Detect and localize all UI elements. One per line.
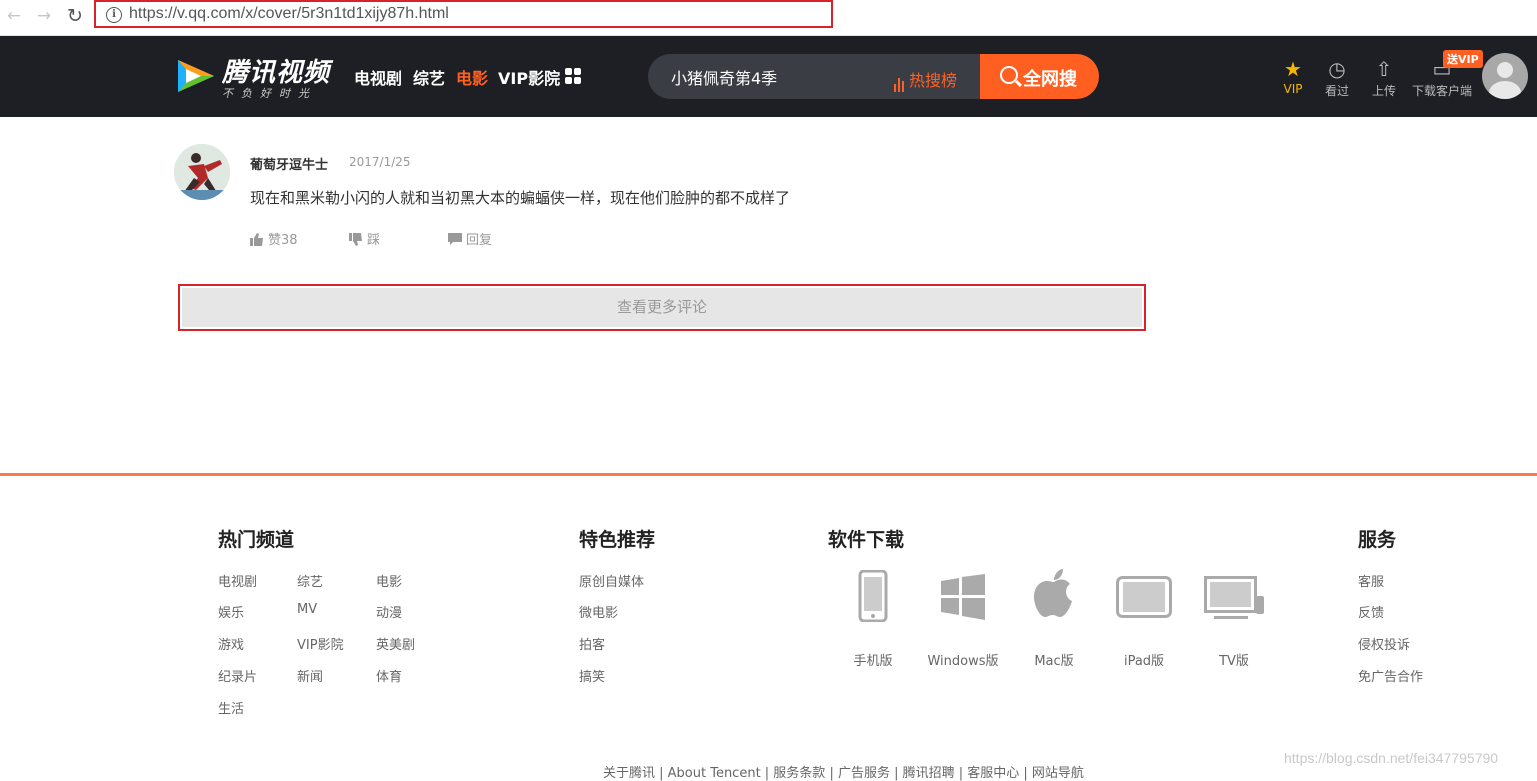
footer-bottom-links[interactable]: 关于腾讯 | About Tencent | 服务条款 | 广告服务 | 腾讯招…	[603, 762, 1084, 781]
apple-icon	[1034, 569, 1072, 617]
footer-link-anime[interactable]: 动漫	[376, 602, 402, 621]
tencent-video-logo-icon[interactable]	[174, 56, 218, 96]
footer-link-variety[interactable]: 综艺	[297, 571, 323, 590]
dislike-label: 踩	[367, 233, 381, 248]
comment-username[interactable]: 葡萄牙逗牛士	[250, 154, 328, 173]
download-ipad[interactable]: iPad版	[1099, 568, 1189, 669]
commenter-avatar-image	[174, 144, 230, 200]
footer-link-customer-service[interactable]: 客服	[1358, 571, 1384, 590]
hot-rank-label: 热搜榜	[909, 71, 958, 90]
hot-rank-bars-icon	[894, 73, 906, 92]
footer-link-sports[interactable]: 体育	[376, 666, 402, 685]
footer-link-paike[interactable]: 拍客	[579, 634, 605, 653]
more-comments-button[interactable]: 查看更多评论	[178, 284, 1146, 331]
comment-text: 现在和黑米勒小闪的人就和当初黑大本的蝙蝠侠一样，现在他们脸肿的都不成样了	[250, 189, 791, 207]
reply-button[interactable]: 回复	[448, 229, 492, 248]
history-link[interactable]: ◷ 看过	[1312, 56, 1362, 99]
download-tv-label: TV版	[1219, 654, 1249, 669]
vip-link[interactable]: ★ VIP	[1268, 56, 1318, 96]
search-button-label: 全网搜	[1023, 69, 1077, 90]
thumbs-up-icon	[250, 233, 263, 246]
download-tv[interactable]: TV版	[1189, 568, 1279, 669]
dislike-button[interactable]: 踩	[349, 229, 380, 248]
download-mobile[interactable]: 手机版	[828, 568, 918, 669]
hot-rank-link[interactable]: 热搜榜	[894, 67, 957, 92]
footer-service-title: 服务	[1358, 529, 1397, 551]
tablet-icon	[1116, 576, 1172, 618]
nav-movie[interactable]: 电影	[456, 65, 488, 89]
reply-label: 回复	[466, 233, 493, 248]
phone-icon	[858, 569, 888, 623]
upload-label: 上传	[1371, 84, 1396, 98]
footer-link-infringement[interactable]: 侵权投诉	[1358, 634, 1410, 653]
logo-title[interactable]: 腾讯视频	[222, 52, 330, 89]
footer-link-entertainment[interactable]: 娱乐	[218, 602, 244, 621]
thumbs-down-icon	[349, 233, 362, 246]
site-header: 腾讯视频 不负好时光 电视剧 综艺 电影 VIP影院 热搜榜 全网搜 ★ VIP…	[0, 36, 1537, 117]
more-channels-grid-icon[interactable]	[565, 68, 581, 84]
footer-link-micro-film[interactable]: 微电影	[579, 602, 618, 621]
browser-toolbar: ← → ↻ i https://v.qq.com/x/cover/5r3n1td…	[0, 0, 1537, 36]
search-box: 热搜榜	[648, 54, 980, 99]
tv-icon	[1204, 576, 1264, 619]
reply-bubble-icon	[448, 233, 462, 245]
vip-crown-icon: ★	[1284, 57, 1302, 81]
footer-link-vip-cinema[interactable]: VIP影院	[297, 634, 344, 653]
site-info-icon[interactable]: i	[106, 7, 122, 23]
footer-link-tv[interactable]: 电视剧	[218, 571, 257, 590]
footer-link-life[interactable]: 生活	[218, 698, 244, 717]
download-windows[interactable]: Windows版	[918, 568, 1008, 669]
footer-link-games[interactable]: 游戏	[218, 634, 244, 653]
download-label: 下载客户端	[1411, 84, 1472, 98]
footer-link-ad-free-cooperation[interactable]: 免广告合作	[1358, 666, 1423, 685]
download-ipad-label: iPad版	[1123, 654, 1165, 669]
footer-hot-channels-title: 热门频道	[218, 529, 295, 551]
comment-date: 2017/1/25	[349, 155, 411, 169]
footer-link-feedback[interactable]: 反馈	[1358, 602, 1384, 621]
footer-link-original-media[interactable]: 原创自媒体	[579, 571, 644, 590]
footer-software-title: 软件下载	[828, 529, 905, 551]
nav-vip-cinema[interactable]: VIP影院	[498, 65, 560, 89]
csdn-watermark: https://blog.csdn.net/fei347795790	[1284, 750, 1499, 766]
like-button[interactable]: 赞38	[250, 229, 298, 248]
footer-featured-title: 特色推荐	[579, 529, 656, 551]
footer-divider	[0, 473, 1537, 476]
footer-link-movie[interactable]: 电影	[376, 571, 402, 590]
download-mac[interactable]: Mac版	[1009, 568, 1099, 669]
search-icon	[1000, 66, 1018, 84]
windows-icon	[941, 574, 985, 620]
clock-icon: ◷	[1328, 57, 1346, 81]
forward-arrow-icon[interactable]: →	[33, 5, 55, 27]
footer-link-funny[interactable]: 搞笑	[579, 666, 605, 685]
search-input[interactable]	[669, 65, 883, 89]
commenter-avatar[interactable]	[174, 144, 230, 200]
user-avatar[interactable]	[1482, 53, 1528, 99]
download-mac-label: Mac版	[1034, 654, 1074, 669]
search-button[interactable]: 全网搜	[980, 54, 1099, 99]
reload-icon[interactable]: ↻	[64, 5, 86, 27]
nav-tv-series[interactable]: 电视剧	[354, 65, 402, 89]
address-url[interactable]: https://v.qq.com/x/cover/5r3n1td1xijy87h…	[129, 5, 449, 23]
download-windows-label: Windows版	[927, 654, 999, 669]
back-arrow-icon[interactable]: ←	[3, 5, 25, 27]
footer-link-documentary[interactable]: 纪录片	[218, 666, 257, 685]
vip-gift-badge[interactable]: 送VIP	[1443, 50, 1483, 68]
history-label: 看过	[1324, 84, 1349, 98]
footer-link-mv[interactable]: MV	[297, 602, 317, 617]
more-comments-label: 查看更多评论	[182, 288, 1142, 327]
footer-link-us-uk-drama[interactable]: 英美剧	[376, 634, 415, 653]
footer-link-news[interactable]: 新闻	[297, 666, 323, 685]
upload-icon: ⇧	[1375, 57, 1393, 81]
nav-variety[interactable]: 综艺	[413, 65, 445, 89]
address-bar[interactable]: i https://v.qq.com/x/cover/5r3n1td1xijy8…	[94, 0, 833, 28]
download-mobile-label: 手机版	[853, 654, 893, 669]
vip-label: VIP	[1283, 82, 1303, 96]
like-label: 赞38	[268, 233, 298, 248]
upload-link[interactable]: ⇧ 上传	[1359, 56, 1409, 99]
logo-slogan: 不负好时光	[222, 87, 317, 100]
